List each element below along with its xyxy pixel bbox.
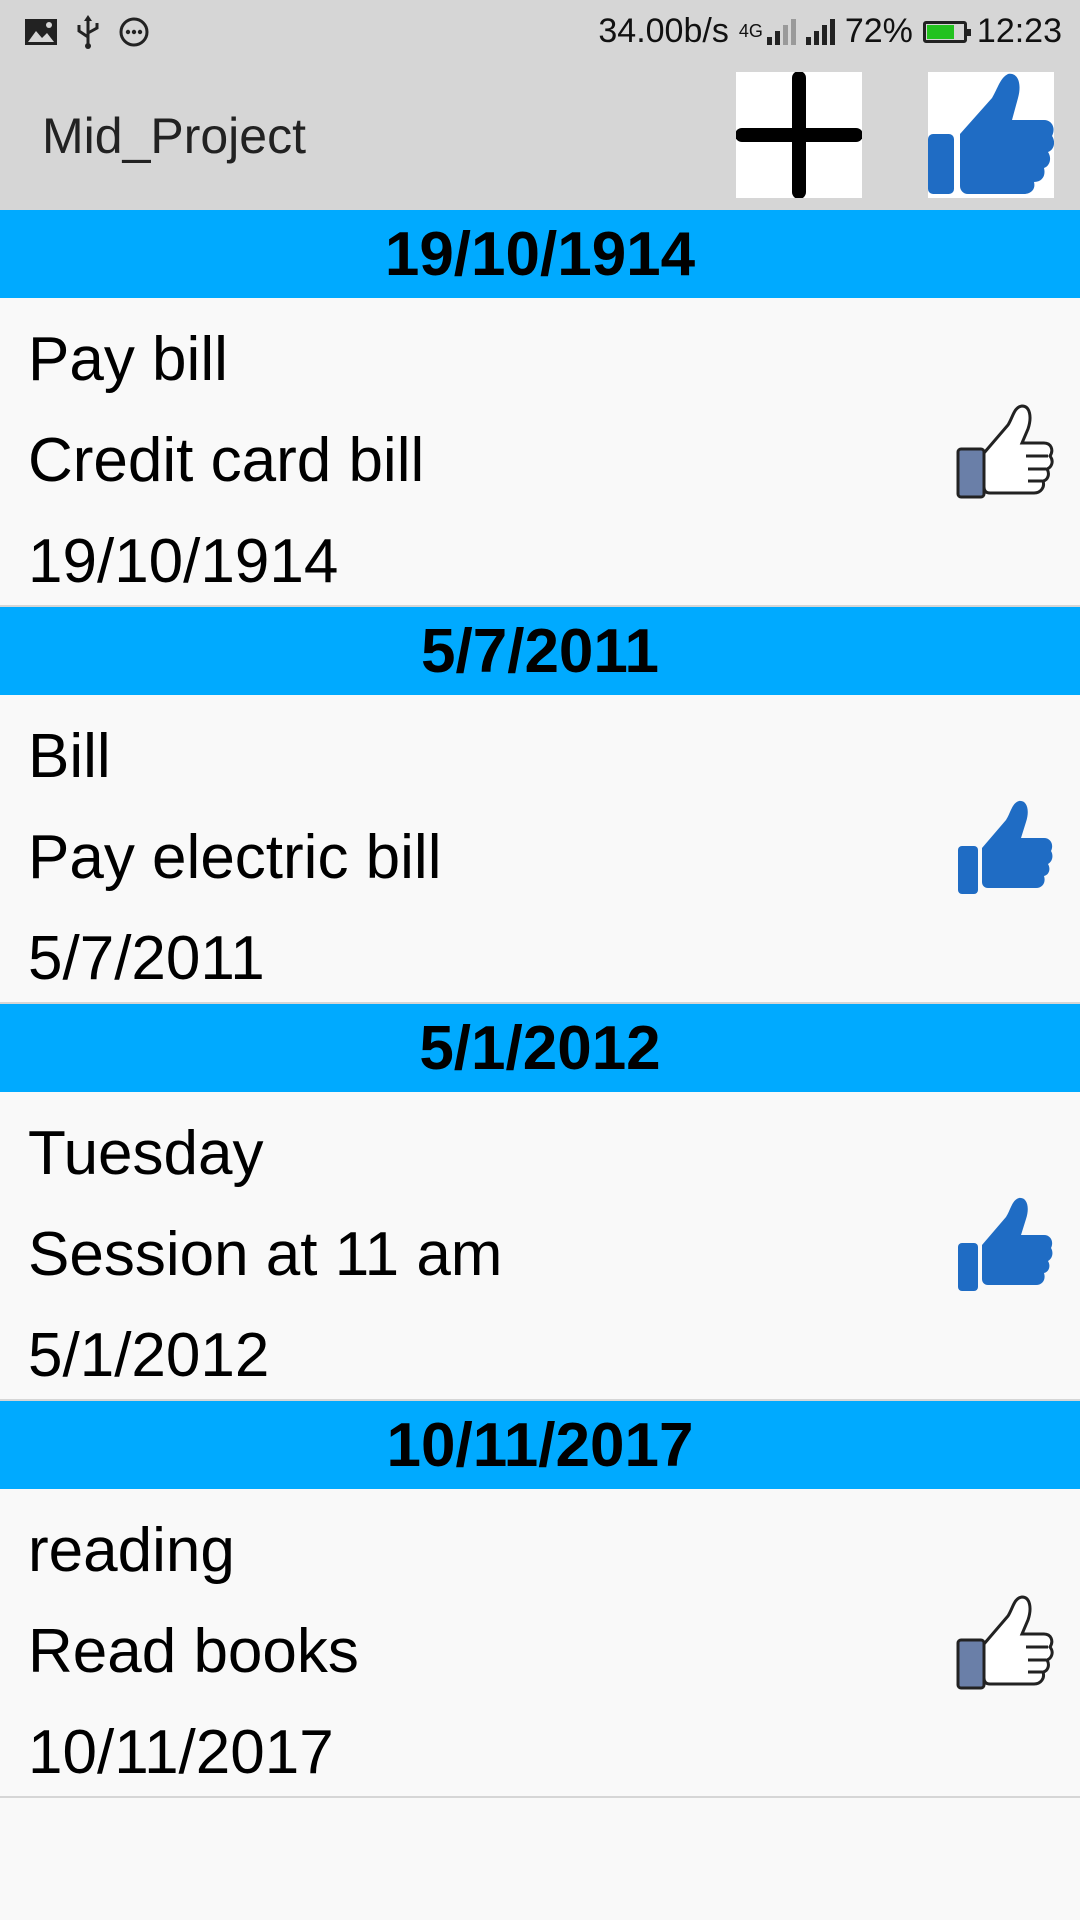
screen: 34.00b/s 4G 72% 12:23 Mid_Project 19/10/… [0, 0, 1080, 1920]
item-title: Tuesday [28, 1119, 264, 1188]
clock: 12:23 [976, 12, 1062, 50]
app-bar: Mid_Project [0, 63, 1080, 210]
list-item[interactable]: Tuesday Session at 11 am 5/1/2012 [0, 1092, 1080, 1401]
item-title: reading [28, 1516, 235, 1585]
image-icon [25, 19, 57, 45]
item-description: Credit card bill [28, 426, 425, 495]
thumbs-up-outline-icon[interactable] [956, 403, 1054, 501]
status-right: 34.00b/s 4G 72% 12:23 [598, 0, 1062, 63]
battery-icon [922, 20, 971, 43]
list-item[interactable]: reading Read books 10/11/2017 [0, 1489, 1080, 1798]
add-button[interactable] [735, 71, 863, 199]
item-date: 19/10/1914 [28, 527, 339, 596]
status-left [24, 14, 150, 50]
item-description: Read books [28, 1617, 359, 1686]
list-item[interactable]: Pay bill Credit card bill 19/10/1914 [0, 298, 1080, 607]
list-item[interactable]: Bill Pay electric bill 5/7/2011 [0, 695, 1080, 1004]
app-title: Mid_Project [42, 108, 306, 164]
event-list: 19/10/1914 Pay bill Credit card bill 19/… [0, 210, 1080, 1798]
battery-percent: 72% [844, 12, 913, 50]
section-header: 5/7/2011 [0, 607, 1080, 695]
usb-icon [77, 15, 99, 49]
item-date: 5/1/2012 [28, 1321, 270, 1390]
item-title: Bill [28, 722, 111, 791]
item-date: 10/11/2017 [28, 1718, 334, 1787]
thumbs-up-filled-icon[interactable] [956, 800, 1054, 898]
section-header: 10/11/2017 [0, 1401, 1080, 1489]
network-type: 4G [738, 21, 763, 41]
battery-fill [926, 24, 955, 39]
thumbs-up-filled-icon[interactable] [956, 1197, 1054, 1295]
signal-icon [766, 18, 796, 45]
more-circle-icon [119, 17, 149, 47]
thumbs-up-outline-icon[interactable] [956, 1594, 1054, 1692]
like-toolbar-button[interactable] [928, 72, 1055, 198]
item-date: 5/7/2011 [28, 924, 265, 993]
section-header: 5/1/2012 [0, 1004, 1080, 1092]
item-description: Session at 11 am [28, 1220, 503, 1289]
item-title: Pay bill [28, 325, 228, 394]
item-description: Pay electric bill [28, 823, 442, 892]
status-bar: 34.00b/s 4G 72% 12:23 [0, 0, 1080, 63]
thumbs-up-filled-icon [928, 73, 1055, 194]
plus-icon [735, 71, 863, 199]
signal-strength-icon [805, 18, 835, 45]
section-header: 19/10/1914 [0, 210, 1080, 298]
network-speed: 34.00b/s [598, 12, 729, 50]
